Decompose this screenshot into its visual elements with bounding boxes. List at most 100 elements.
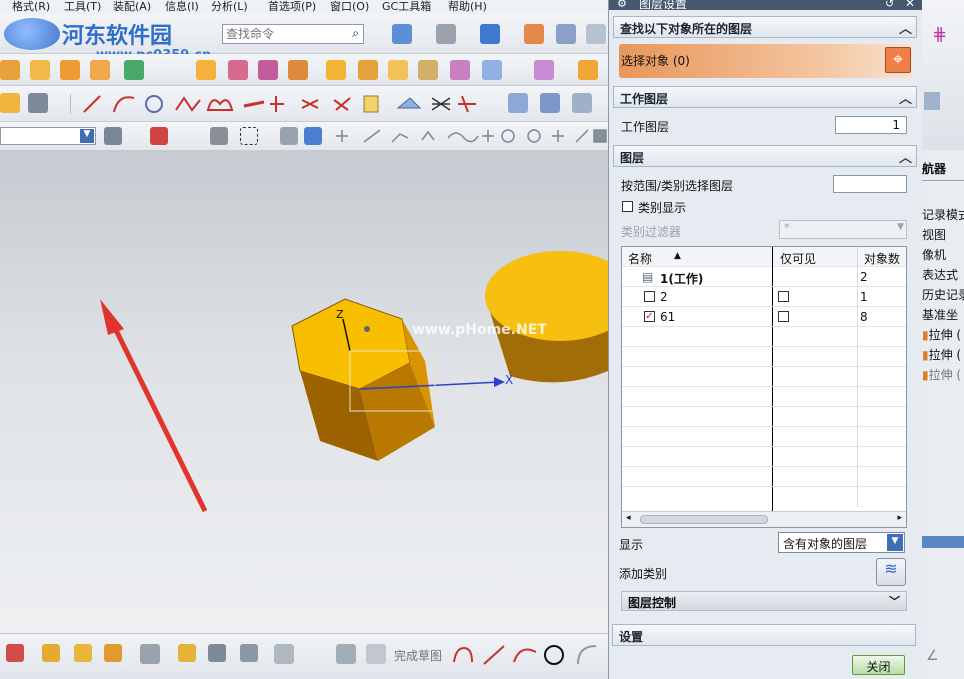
menu-format[interactable]: 格式(R)	[12, 0, 50, 14]
menu-info[interactable]: 信息(I)	[165, 0, 199, 14]
layer-visible-checkbox-checked[interactable]: ✓	[644, 311, 655, 322]
nav-item[interactable]: ▮拉伸 (	[922, 346, 961, 363]
shell-icon[interactable]	[326, 60, 346, 80]
scroll-thumb[interactable]	[640, 515, 768, 524]
constraint-icon[interactable]	[42, 644, 60, 662]
component-icon[interactable]	[578, 60, 598, 80]
scroll-left-icon[interactable]: ◂	[626, 513, 631, 523]
nav-scrollbar[interactable]	[922, 536, 964, 548]
select-icon[interactable]	[104, 127, 122, 145]
assembly-icon[interactable]	[534, 60, 554, 80]
work-layer-input[interactable]: 1	[835, 116, 907, 134]
cube-icon[interactable]	[480, 24, 500, 44]
crosshair-icon[interactable]: ⌖	[885, 47, 911, 73]
color-icon[interactable]	[124, 60, 144, 80]
menu-analysis[interactable]: 分析(L)	[211, 0, 248, 14]
chain-icon[interactable]	[178, 644, 196, 662]
layer-control-header[interactable]: 图层控制 ﹀	[621, 591, 907, 611]
category-display-checkbox[interactable]	[622, 201, 633, 212]
snap-tool-icon[interactable]	[210, 127, 228, 145]
column-name[interactable]: 名称	[628, 250, 652, 267]
view-cube-icon[interactable]	[274, 644, 294, 664]
pattern-icon[interactable]	[90, 60, 110, 80]
offset-icon[interactable]	[418, 60, 438, 80]
visible-only-checkbox[interactable]	[778, 291, 789, 302]
blend-icon[interactable]	[258, 60, 278, 80]
mesh-icon[interactable]	[450, 60, 470, 80]
visible-only-checkbox[interactable]	[778, 311, 789, 322]
sketch-icon[interactable]	[6, 644, 24, 662]
layers-section-header[interactable]: 图层 ︿	[613, 145, 917, 167]
dimension-icon[interactable]	[74, 644, 92, 662]
tool-icon[interactable]	[556, 24, 576, 44]
curve-tool-icon[interactable]	[208, 644, 226, 662]
cube-select-icon[interactable]	[304, 127, 322, 145]
table-row[interactable]: ✓ 61 8	[622, 307, 906, 327]
display-select[interactable]: 含有对象的图层 ▼	[778, 532, 905, 553]
nav-item[interactable]: 历史记录	[922, 286, 964, 303]
tree-icon[interactable]	[240, 644, 258, 662]
menu-gc-toolbox[interactable]: GC工具箱	[382, 0, 431, 14]
surface-icon[interactable]	[508, 93, 528, 113]
cube-small-icon[interactable]	[0, 93, 20, 113]
snap-icon[interactable]	[150, 127, 168, 145]
layer-visible-checkbox[interactable]	[644, 291, 655, 302]
surface-tool-icon[interactable]	[572, 93, 592, 113]
table-row[interactable]: 2 1	[622, 287, 906, 307]
close-icon[interactable]: ✕	[905, 0, 915, 10]
nav-item[interactable]: 像机	[922, 246, 946, 263]
nav-item[interactable]: 视图	[922, 226, 946, 243]
column-object-count[interactable]: 对象数	[864, 250, 900, 267]
select-all-icon[interactable]	[280, 127, 298, 145]
body-icon[interactable]	[482, 60, 502, 80]
menu-window[interactable]: 窗口(O)	[330, 0, 369, 14]
finish-sketch-icon[interactable]	[366, 644, 386, 664]
settings-section-header[interactable]: 设置	[612, 624, 916, 646]
draft-icon[interactable]	[358, 60, 378, 80]
trim-icon[interactable]	[388, 60, 408, 80]
more-icon[interactable]	[586, 24, 606, 44]
graphics-canvas[interactable]: X Z www.pHome.NET	[0, 151, 608, 633]
nav-item[interactable]: 记录模式	[922, 206, 964, 223]
sketch-task-icon[interactable]	[336, 644, 356, 664]
nav-item[interactable]: 基准坐	[922, 306, 958, 323]
pen-icon[interactable]	[436, 24, 456, 44]
filter-dropdown[interactable]: ▼	[0, 127, 96, 145]
range-input[interactable]	[833, 175, 907, 193]
boss-icon[interactable]	[60, 60, 80, 80]
select-objects-row[interactable]: 选择对象 (0) ⌖	[619, 44, 913, 78]
chamfer-icon[interactable]	[288, 60, 308, 80]
box-view-icon[interactable]	[140, 644, 160, 664]
nav-tool-icon[interactable]	[924, 92, 940, 110]
nav-item[interactable]: ▮拉伸 (	[922, 366, 961, 383]
reset-icon[interactable]: ↺	[885, 0, 894, 10]
block-icon[interactable]	[30, 60, 50, 80]
close-button[interactable]: 关闭	[852, 655, 905, 675]
sketch-tool-icon[interactable]: ∠	[926, 648, 939, 664]
flag-icon[interactable]	[524, 24, 544, 44]
abs-icon[interactable]	[28, 93, 48, 113]
sweep-icon[interactable]	[228, 60, 248, 80]
search-input[interactable]	[226, 25, 344, 42]
menu-preferences[interactable]: 首选项(P)	[268, 0, 316, 14]
horizontal-scrollbar[interactable]: ◂ ▸	[622, 511, 906, 527]
finish-sketch-label[interactable]: 完成草图	[394, 647, 442, 664]
gear-icon[interactable]: ⚙	[617, 0, 627, 10]
rect-select-icon[interactable]	[240, 127, 258, 145]
scroll-right-icon[interactable]: ▸	[897, 513, 902, 523]
command-search[interactable]: ⌕	[222, 24, 364, 44]
add-category-layers-icon[interactable]: ≋	[876, 558, 906, 586]
view-icon[interactable]	[392, 24, 412, 44]
work-layer-section-header[interactable]: 工作图层 ︿	[613, 86, 917, 108]
relation-icon[interactable]	[104, 644, 122, 662]
nav-item[interactable]: ▮拉伸 (	[922, 326, 961, 343]
table-row[interactable]: ▤ 1(工作) 2	[622, 267, 906, 287]
feature-icon[interactable]	[0, 60, 20, 80]
nav-item[interactable]: 表达式	[922, 266, 958, 283]
find-section-header[interactable]: 查找以下对象所在的图层 ︿	[613, 16, 917, 38]
column-visible-only[interactable]: 仅可见	[780, 250, 816, 267]
menu-tools[interactable]: 工具(T)	[64, 0, 101, 14]
grid-surface-icon[interactable]	[540, 93, 560, 113]
menu-assembly[interactable]: 装配(A)	[113, 0, 151, 14]
coordinate-icon[interactable]: ⋕	[932, 24, 947, 45]
